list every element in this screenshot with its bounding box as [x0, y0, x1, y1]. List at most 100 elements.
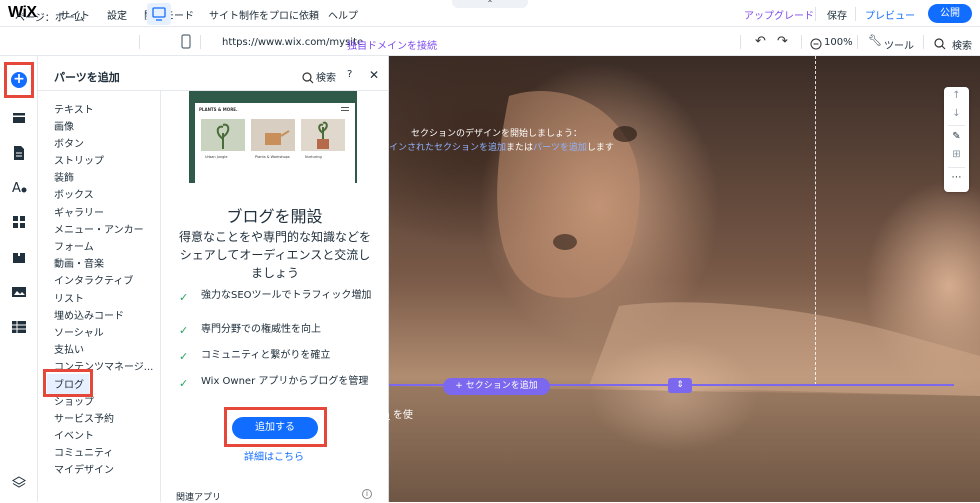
- check-icon: ✓: [179, 324, 189, 337]
- category-my-designs[interactable]: マイデザイン: [54, 461, 114, 476]
- preview-card-title: Plants & Workshops: [255, 155, 290, 159]
- layers-icon[interactable]: [11, 475, 27, 491]
- pages-icon[interactable]: [11, 145, 27, 161]
- category-box[interactable]: ボックス: [54, 186, 94, 201]
- chevron-up-icon: ⌃: [486, 0, 494, 8]
- category-events[interactable]: イベント: [54, 427, 94, 442]
- preview-button[interactable]: プレビュー: [865, 7, 915, 22]
- detail-description: 得意なことをや専門的な知識などをシェアしてオーディエンスと交流しましょう: [178, 230, 371, 280]
- zoom-level[interactable]: 100%: [824, 37, 853, 48]
- collapse-topbar-handle[interactable]: ⌃: [452, 0, 528, 8]
- save-button[interactable]: 保存: [827, 7, 847, 22]
- divider: [855, 7, 856, 21]
- category-strip[interactable]: ストリップ: [54, 152, 104, 167]
- category-bookings[interactable]: サービス予約: [54, 410, 114, 425]
- category-gallery[interactable]: ギャラリー: [54, 204, 104, 219]
- divider: [857, 35, 858, 49]
- desktop-icon: [152, 7, 166, 21]
- desktop-view-button[interactable]: [147, 3, 171, 25]
- canvas-hero-image[interactable]: [389, 56, 980, 502]
- highlight-box: [4, 62, 34, 98]
- resize-handle-icon[interactable]: ⇕: [668, 378, 692, 393]
- category-community[interactable]: コミュニティ: [54, 444, 113, 459]
- check-icon: ✓: [179, 377, 189, 390]
- learn-more-link[interactable]: 詳細はこちら: [244, 448, 304, 463]
- preview-photo: [251, 119, 295, 151]
- zoom-icon[interactable]: [810, 35, 822, 54]
- category-image[interactable]: 画像: [54, 118, 74, 133]
- panel-title: パーツを追加: [54, 71, 120, 84]
- tools-button[interactable]: ツール: [884, 37, 914, 52]
- section-toolbar: ↑ ↓ ✎ ⊞ ⋯: [944, 87, 969, 192]
- hero-photo-shapes: [389, 90, 980, 502]
- category-social[interactable]: ソーシャル: [54, 324, 104, 339]
- hint-text: します: [586, 143, 614, 153]
- sections-icon[interactable]: [11, 110, 27, 126]
- redo-icon[interactable]: ↷: [777, 34, 788, 49]
- layout-grid-icon[interactable]: ⊞: [944, 149, 969, 160]
- help-icon[interactable]: ?: [347, 69, 352, 80]
- search-button[interactable]: 検索: [952, 37, 972, 52]
- highlight-box: [43, 369, 93, 397]
- media-icon[interactable]: [11, 284, 27, 300]
- highlight-box: [224, 407, 327, 447]
- category-menu-anchor[interactable]: メニュー・アンカー: [54, 221, 144, 236]
- feature-item: コミュニティと繋がりを確立: [201, 350, 331, 361]
- blog-preview-card: PLANTS & MORE. Urban Jungle Plants & Wor…: [195, 103, 355, 183]
- add-section-button[interactable]: + セクションを追加: [443, 378, 550, 395]
- cms-icon[interactable]: [11, 319, 27, 335]
- mobile-view-button[interactable]: [178, 32, 194, 56]
- move-up-icon[interactable]: ↑: [944, 90, 969, 101]
- divider: [740, 35, 741, 49]
- detail-title: ブログを開設: [226, 207, 323, 226]
- preview-brand: PLANTS & MORE.: [199, 107, 238, 112]
- preview-card-title: Urban Jungle: [205, 155, 228, 159]
- apps-icon[interactable]: [11, 214, 27, 230]
- category-interactive[interactable]: インタラクティブ: [54, 272, 133, 287]
- canvas-hint-line-2: インされたセクションを追加またはパーツを追加します: [389, 140, 614, 153]
- designed-section-link[interactable]: インされたセクション: [389, 143, 479, 153]
- check-icon: ✓: [179, 350, 189, 363]
- divider: [923, 35, 924, 49]
- category-text[interactable]: テキスト: [54, 101, 94, 116]
- preview-photo: [301, 119, 345, 151]
- upgrade-link[interactable]: アップグレード: [744, 7, 814, 22]
- more-icon[interactable]: ⋯: [944, 172, 969, 183]
- gridline: [815, 56, 816, 385]
- category-button[interactable]: ボタン: [54, 135, 84, 150]
- page-selector[interactable]: ページ：ホーム: [15, 9, 85, 24]
- check-icon: ✓: [179, 291, 189, 304]
- feature-item: 専門分野での権威性を向上: [201, 324, 321, 335]
- hint-text: または: [506, 143, 534, 153]
- search-icon[interactable]: [934, 35, 946, 54]
- canvas-hint-line-1: セクションのデザインを開始しましょう：: [411, 129, 583, 139]
- category-list[interactable]: リスト: [54, 290, 84, 305]
- connect-domain-link[interactable]: 独自ドメインを接続: [347, 37, 437, 52]
- wrench-icon[interactable]: 🔧︎: [868, 34, 882, 47]
- edit-pencil-icon[interactable]: ✎: [944, 131, 969, 142]
- menu-help[interactable]: ヘルプ: [328, 7, 358, 22]
- menu-hire-pro[interactable]: サイト制作をプロに依頼: [209, 7, 319, 22]
- category-decorative[interactable]: 装飾: [54, 169, 74, 184]
- publish-button[interactable]: 公開: [928, 4, 972, 23]
- move-down-icon[interactable]: ↓: [944, 108, 969, 119]
- category-embed-code[interactable]: 埋め込みコード: [54, 307, 124, 322]
- info-icon[interactable]: i: [362, 489, 372, 499]
- svg-text:A: A: [12, 181, 21, 195]
- add-link[interactable]: を追加: [479, 143, 506, 153]
- design-icon[interactable]: A: [11, 179, 27, 196]
- business-apps-icon[interactable]: [11, 249, 27, 265]
- mobile-icon: [181, 34, 191, 49]
- search-icon[interactable]: [302, 69, 314, 88]
- category-payments[interactable]: 支払い: [54, 341, 84, 356]
- panel-search-button[interactable]: 検索: [316, 69, 336, 84]
- menu-icon: [341, 107, 349, 111]
- divider: [801, 35, 802, 49]
- category-video-music[interactable]: 動画・音楽: [54, 255, 104, 270]
- undo-icon[interactable]: ↶: [755, 34, 766, 49]
- close-icon[interactable]: ✕: [369, 68, 379, 82]
- add-elements-link[interactable]: パーツを追加: [533, 143, 587, 153]
- category-form[interactable]: フォーム: [54, 238, 94, 253]
- chevron-down-icon[interactable]: ⌄: [119, 7, 127, 18]
- feature-item: Wix Owner アプリからブログを管理: [201, 376, 369, 387]
